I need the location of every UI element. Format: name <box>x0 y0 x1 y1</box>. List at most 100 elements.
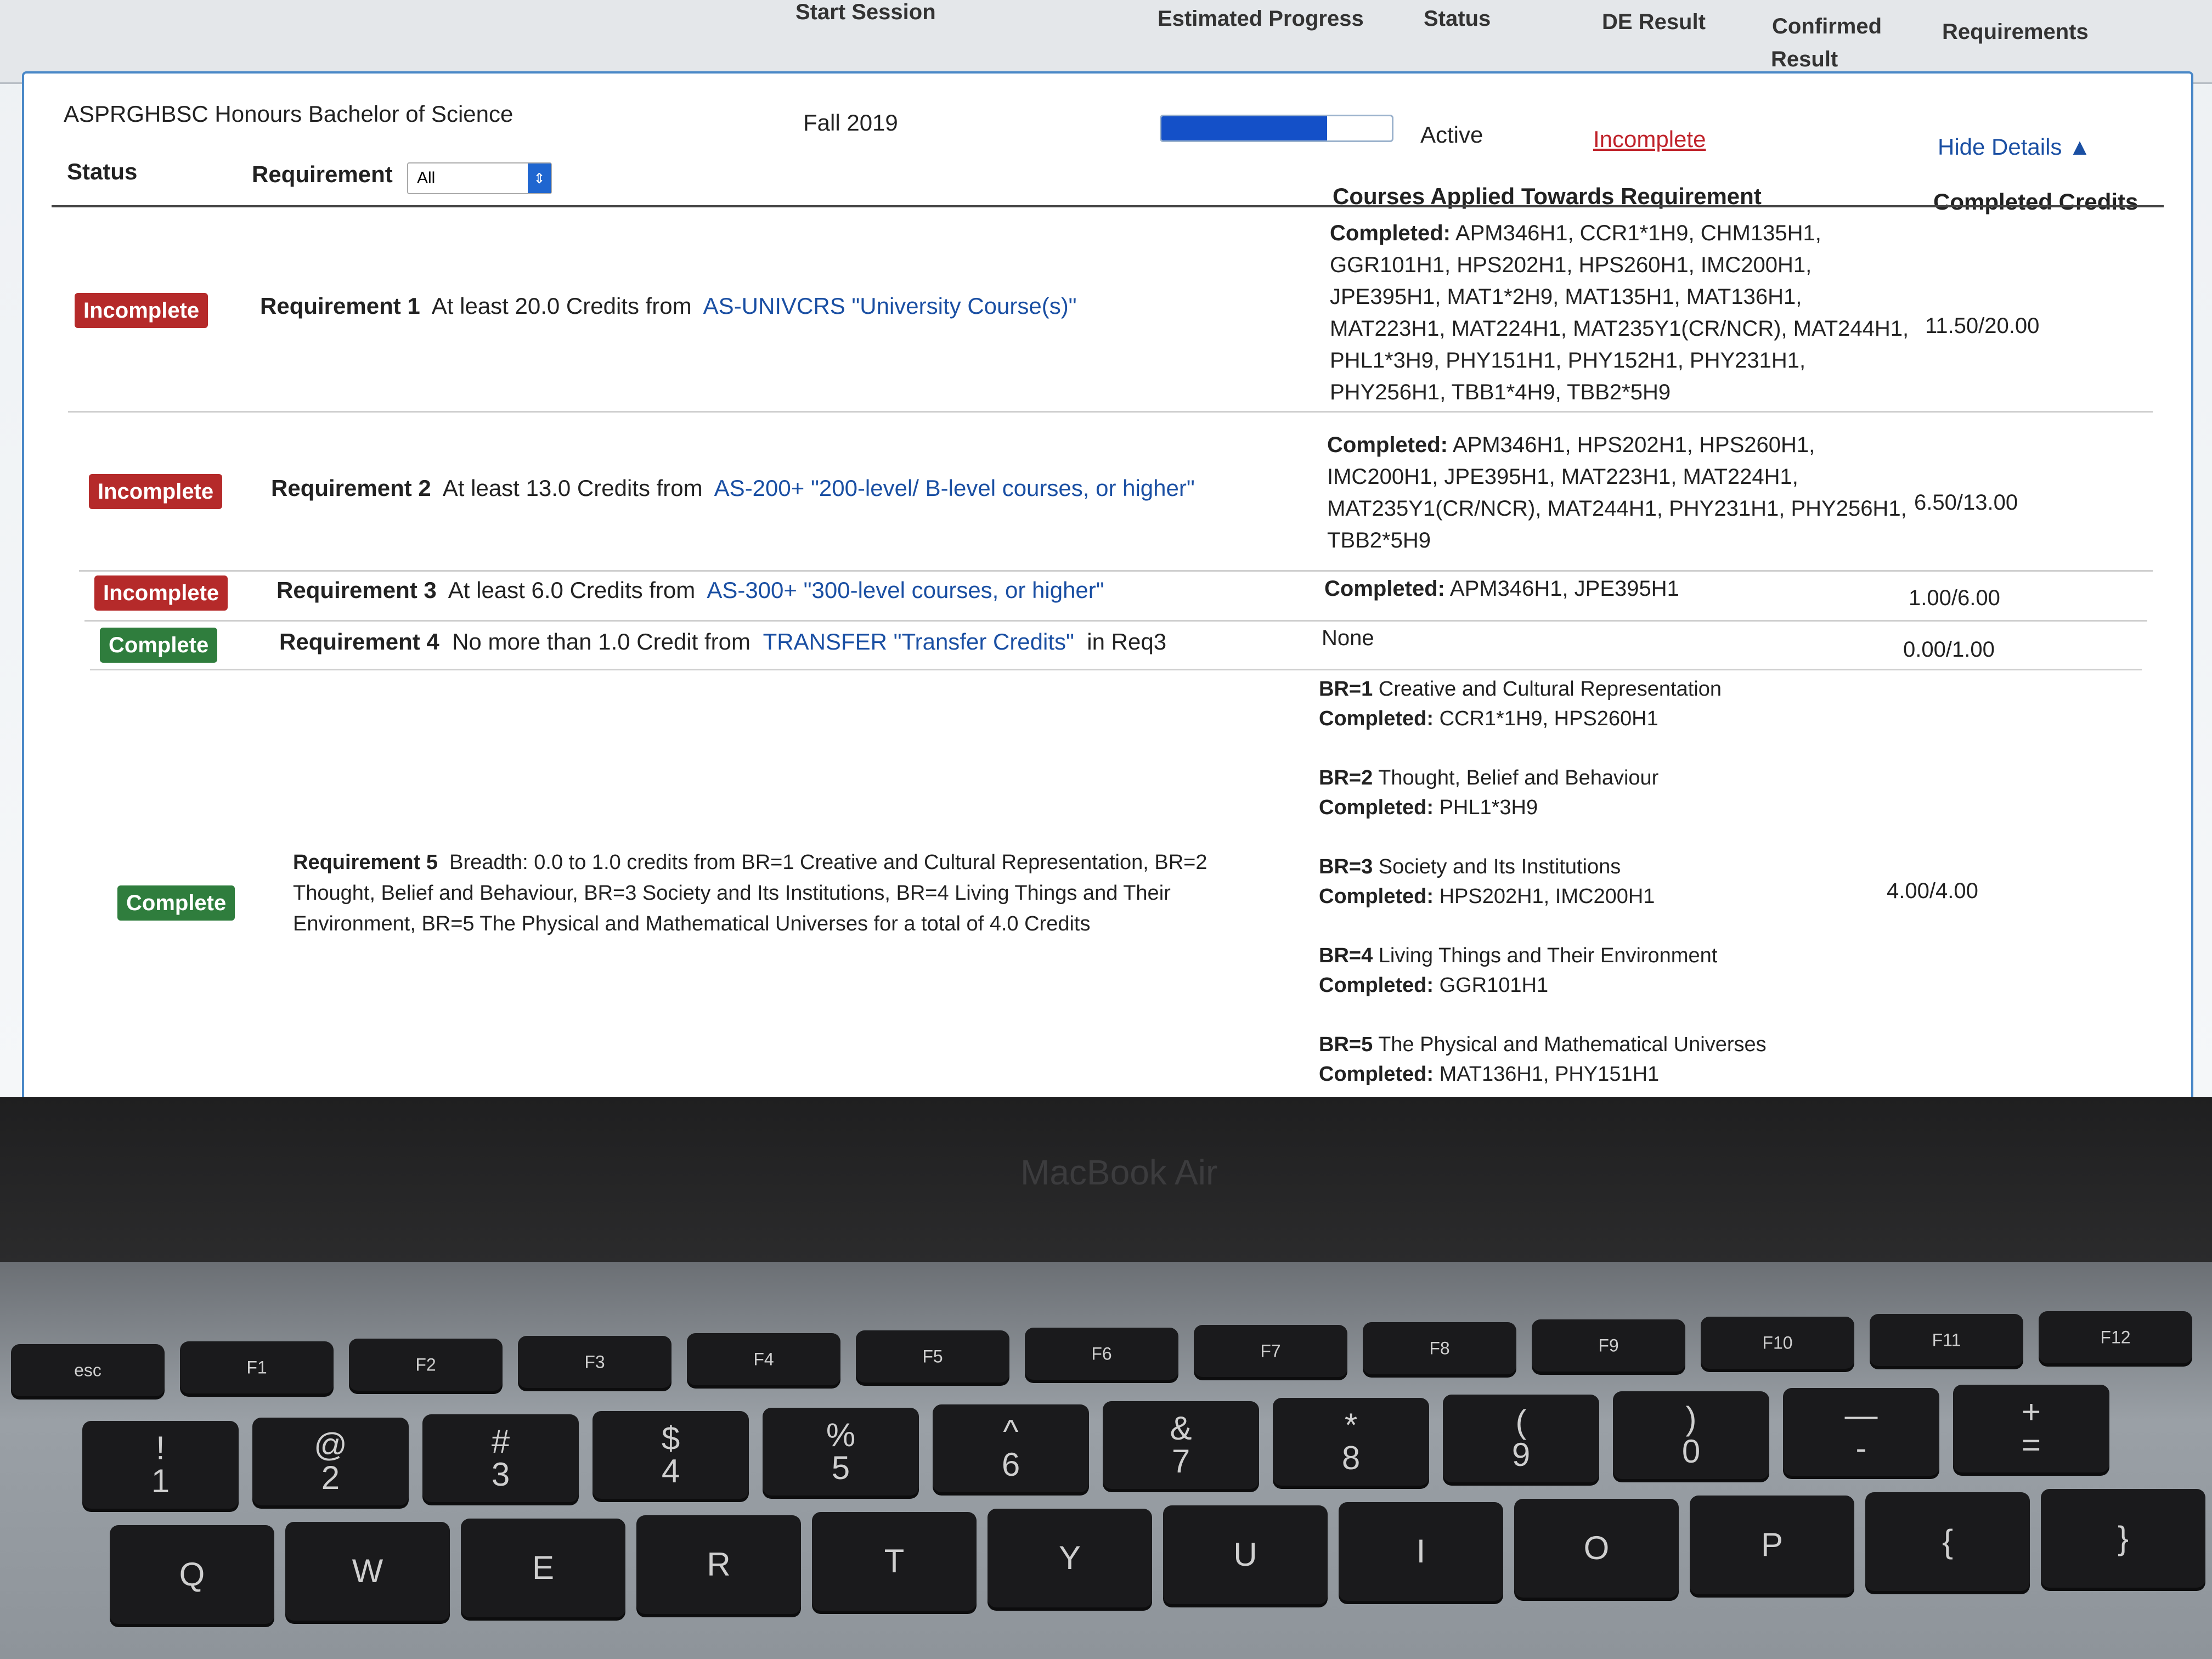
key-label: ( 9 <box>1511 1403 1531 1473</box>
header-confirmed-line2[interactable]: Result <box>1771 47 1838 72</box>
number-key[interactable]: ! 1 <box>82 1421 239 1509</box>
breadth-completed: MAT136H1, PHY151H1 <box>1439 1063 1660 1086</box>
breadth-completed: HPS202H1, IMC200H1 <box>1439 885 1655 908</box>
key-label: F8 <box>1429 1338 1450 1358</box>
completed-label: Completed: <box>1319 707 1434 730</box>
number-key[interactable]: — - <box>1783 1388 1939 1476</box>
program-title: ASPRGHBSC Honours Bachelor of Science <box>64 101 514 127</box>
key-label: F12 <box>2100 1327 2131 1347</box>
key-label: } <box>2117 1520 2129 1556</box>
letter-key[interactable]: T <box>812 1512 977 1611</box>
key-label: F6 <box>1091 1344 1112 1363</box>
row-divider <box>68 411 2153 413</box>
letter-key[interactable]: U <box>1163 1505 1328 1604</box>
function-key[interactable]: F2 <box>349 1339 503 1391</box>
function-key[interactable]: esc <box>11 1344 165 1396</box>
breadth-name: Creative and Cultural Representation <box>1378 678 1722 701</box>
key-label: F7 <box>1260 1341 1281 1361</box>
function-key[interactable]: F9 <box>1532 1319 1685 1372</box>
number-key[interactable]: ( 9 <box>1443 1395 1599 1482</box>
key-label: F1 <box>246 1357 267 1377</box>
requirement-row: Requirement 2 At least 13.0 Credits from… <box>271 475 1195 501</box>
key-label: @ 2 <box>314 1426 347 1496</box>
letter-key[interactable]: R <box>636 1515 801 1614</box>
col-requirement-header: Requirement <box>252 161 393 187</box>
key-label: & 7 <box>1170 1410 1192 1480</box>
function-key[interactable]: F12 <box>2039 1311 2192 1363</box>
letter-key[interactable]: Y <box>988 1509 1152 1607</box>
requirement-link[interactable]: AS-200+ "200-level/ B-level courses, or … <box>714 475 1195 501</box>
number-key[interactable]: ^ 6 <box>933 1404 1089 1492</box>
function-key[interactable]: F10 <box>1701 1317 1854 1369</box>
key-label: O <box>1583 1530 1610 1566</box>
completed-label: Completed: <box>1319 974 1434 997</box>
letter-key[interactable]: I <box>1339 1502 1503 1601</box>
requirement-filter-select[interactable]: All ⇕ <box>407 162 552 194</box>
requirement-link[interactable]: AS-UNIVCRS "University Course(s)" <box>703 293 1077 319</box>
function-key[interactable]: F7 <box>1194 1325 1347 1377</box>
requirement-link[interactable]: AS-300+ "300-level courses, or higher" <box>707 577 1104 603</box>
requirement-text: At least 13.0 Credits from <box>442 475 703 501</box>
key-label: F2 <box>415 1355 436 1374</box>
completed-label: Completed: <box>1319 885 1434 908</box>
number-key[interactable]: $ 4 <box>592 1411 749 1499</box>
number-key[interactable]: + = <box>1953 1385 2109 1472</box>
col-status-header: Status <box>67 159 138 184</box>
letter-key[interactable]: O <box>1514 1499 1679 1598</box>
key-label: % 5 <box>826 1417 856 1486</box>
function-key[interactable]: F1 <box>180 1341 334 1393</box>
key-label: ! 1 <box>151 1430 170 1499</box>
function-key[interactable]: F8 <box>1363 1322 1516 1374</box>
courses-list: Completed: APM346H1, CCR1*1H9, CHM135H1,… <box>1330 217 1909 408</box>
letter-key[interactable]: E <box>461 1519 625 1617</box>
function-key[interactable]: F3 <box>518 1336 672 1388</box>
function-key[interactable]: F11 <box>1870 1314 2023 1366</box>
breadth-name: Society and Its Institutions <box>1378 855 1621 878</box>
number-key[interactable]: @ 2 <box>252 1418 409 1505</box>
breadth-code: BR=4 <box>1319 944 1373 967</box>
number-key[interactable]: * 8 <box>1273 1398 1429 1486</box>
row-divider <box>90 669 2142 670</box>
letter-key[interactable]: W <box>285 1522 450 1621</box>
completed-label: Completed: <box>1319 1063 1434 1086</box>
key-label: Q <box>179 1556 205 1593</box>
status-badge: Complete <box>100 628 218 663</box>
header-requirements[interactable]: Requirements <box>1942 20 2089 44</box>
key-label: U <box>1233 1536 1257 1573</box>
key-label: Y <box>1058 1539 1081 1576</box>
letter-key[interactable]: Q <box>110 1525 274 1624</box>
completed-label: Completed: <box>1327 433 1448 457</box>
completed-credits: 4.00/4.00 <box>1887 879 1978 903</box>
requirement-link[interactable]: TRANSFER "Transfer Credits" <box>763 629 1074 654</box>
header-confirmed-line1[interactable]: Confirmed <box>1772 14 1882 39</box>
letter-key[interactable]: P <box>1690 1496 1854 1594</box>
number-key[interactable]: ) 0 <box>1613 1391 1769 1479</box>
course-line: None <box>1322 626 1374 650</box>
function-key[interactable]: F4 <box>687 1333 840 1385</box>
requirement-row: Requirement 5 Breadth: 0.0 to 1.0 credit… <box>293 847 1207 939</box>
function-key[interactable]: F6 <box>1025 1328 1178 1380</box>
key-label: F9 <box>1598 1335 1619 1355</box>
number-key[interactable]: % 5 <box>763 1408 919 1496</box>
header-start-session[interactable]: Start Session <box>795 0 936 25</box>
header-status[interactable]: Status <box>1424 7 1491 31</box>
key-label: F3 <box>584 1352 605 1372</box>
letter-key[interactable]: { <box>1865 1492 2030 1591</box>
header-estimated-progress[interactable]: Estimated Progress <box>1158 7 1364 31</box>
number-key[interactable]: & 7 <box>1103 1401 1259 1489</box>
course-line: MAT223H1, MAT224H1, MAT235Y1(CR/NCR), MA… <box>1330 317 1909 341</box>
function-key[interactable]: F5 <box>856 1330 1009 1383</box>
requirement-label: Requirement 2 <box>271 475 431 501</box>
course-line: PHY256H1, TBB1*4H9, TBB2*5H9 <box>1330 380 1671 404</box>
hide-details-link[interactable]: Hide Details ▲ <box>1938 134 2091 160</box>
key-label: $ 4 <box>661 1420 680 1489</box>
course-line: IMC200H1, JPE395H1, MAT223H1, MAT224H1, <box>1327 465 1798 489</box>
status-badge: Incomplete <box>89 474 223 509</box>
header-de-result[interactable]: DE Result <box>1602 10 1706 35</box>
row-divider <box>84 620 2147 622</box>
key-label: F10 <box>1762 1333 1793 1352</box>
requirement-text-line: Thought, Belief and Behaviour, BR=3 Soci… <box>293 882 1171 905</box>
number-key[interactable]: # 3 <box>422 1414 579 1502</box>
letter-key[interactable]: } <box>2041 1489 2205 1588</box>
completed-label: Completed: <box>1324 577 1445 601</box>
